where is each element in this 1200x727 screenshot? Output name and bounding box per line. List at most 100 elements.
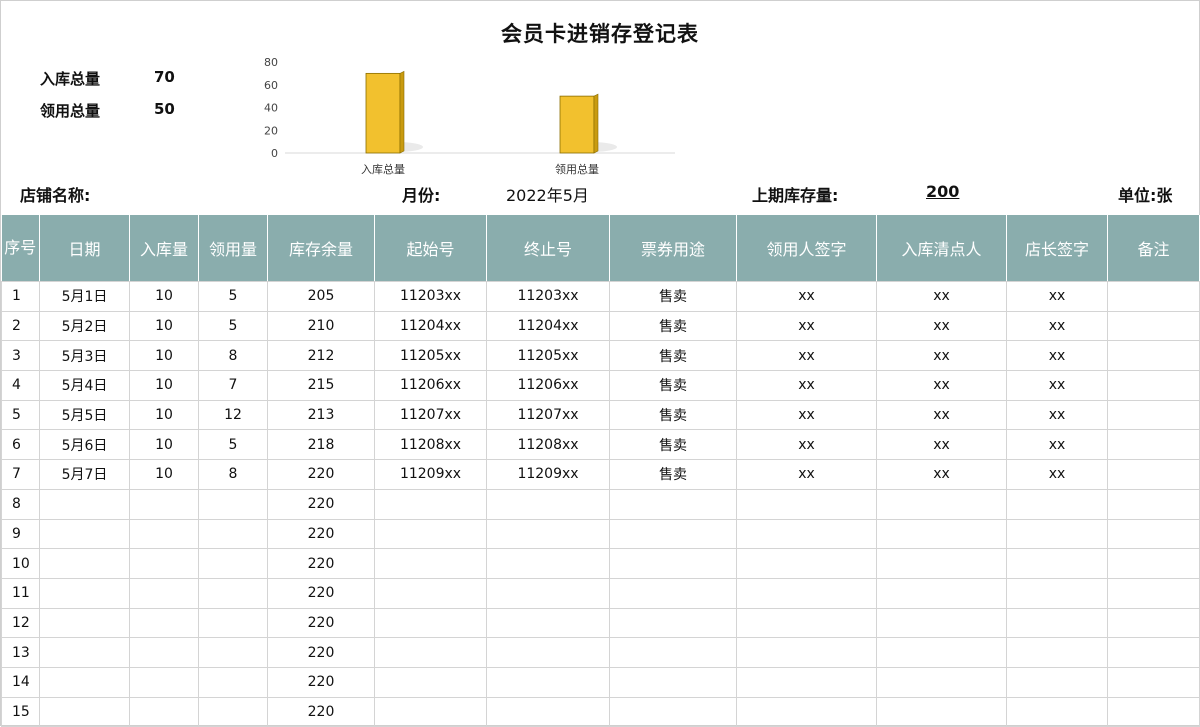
table-cell[interactable] [374, 607, 487, 639]
table-cell[interactable] [609, 607, 737, 639]
table-cell[interactable]: 5月3日 [39, 340, 130, 372]
table-cell[interactable]: 11207xx [374, 399, 487, 431]
table-cell[interactable]: 11205xx [486, 340, 610, 372]
table-cell[interactable] [1006, 488, 1108, 520]
table-cell[interactable]: xx [1006, 340, 1108, 372]
table-cell[interactable]: 3 [1, 340, 40, 372]
table-cell[interactable]: 10 [129, 429, 199, 461]
table-cell[interactable]: 12 [198, 399, 268, 431]
table-cell[interactable]: xx [1006, 370, 1108, 401]
table-cell[interactable] [39, 488, 130, 520]
table-cell[interactable] [374, 577, 487, 609]
table-cell[interactable] [198, 607, 268, 639]
table-cell[interactable]: xx [876, 340, 1007, 372]
table-cell[interactable]: xx [736, 429, 877, 461]
table-cell[interactable] [39, 696, 130, 727]
table-cell[interactable]: 220 [267, 548, 375, 579]
table-cell[interactable] [198, 637, 268, 668]
table-cell[interactable] [609, 666, 737, 698]
table-cell[interactable]: xx [876, 429, 1007, 461]
table-cell[interactable]: 8 [198, 340, 268, 372]
table-cell[interactable]: 215 [267, 370, 375, 401]
table-cell[interactable] [736, 548, 877, 579]
table-cell[interactable] [129, 696, 199, 727]
table-cell[interactable]: 4 [1, 370, 40, 401]
table-cell[interactable] [374, 518, 487, 550]
table-cell[interactable] [39, 666, 130, 698]
table-cell[interactable]: 5 [198, 310, 268, 342]
table-cell[interactable]: xx [876, 281, 1007, 312]
table-cell[interactable]: 售卖 [609, 459, 737, 490]
table-cell[interactable]: 10 [129, 281, 199, 312]
table-cell[interactable]: 5月2日 [39, 310, 130, 342]
table-cell[interactable] [374, 696, 487, 727]
table-cell[interactable] [1006, 577, 1108, 609]
table-cell[interactable]: 218 [267, 429, 375, 461]
table-cell[interactable] [876, 518, 1007, 550]
table-cell[interactable]: 5月1日 [39, 281, 130, 312]
table-cell[interactable]: xx [736, 399, 877, 431]
table-cell[interactable] [876, 577, 1007, 609]
table-cell[interactable] [198, 548, 268, 579]
table-cell[interactable] [198, 488, 268, 520]
table-cell[interactable] [1107, 577, 1200, 609]
table-cell[interactable]: 13 [1, 637, 40, 668]
table-cell[interactable]: 11208xx [486, 429, 610, 461]
table-cell[interactable]: 5月5日 [39, 399, 130, 431]
table-cell[interactable]: 6 [1, 429, 40, 461]
table-cell[interactable]: xx [736, 310, 877, 342]
table-cell[interactable] [876, 666, 1007, 698]
table-cell[interactable] [1107, 518, 1200, 550]
table-cell[interactable] [198, 577, 268, 609]
table-cell[interactable] [876, 607, 1007, 639]
table-cell[interactable]: 220 [267, 637, 375, 668]
table-cell[interactable] [39, 637, 130, 668]
table-cell[interactable]: 212 [267, 340, 375, 372]
table-cell[interactable]: 11206xx [374, 370, 487, 401]
table-cell[interactable]: 11206xx [486, 370, 610, 401]
table-cell[interactable]: 11 [1, 577, 40, 609]
table-cell[interactable] [1006, 607, 1108, 639]
table-cell[interactable] [198, 696, 268, 727]
table-cell[interactable]: 220 [267, 696, 375, 727]
table-cell[interactable]: 售卖 [609, 340, 737, 372]
table-cell[interactable] [1107, 399, 1200, 431]
table-cell[interactable]: 11207xx [486, 399, 610, 431]
table-cell[interactable] [129, 577, 199, 609]
table-cell[interactable]: xx [1006, 429, 1108, 461]
table-cell[interactable]: 售卖 [609, 429, 737, 461]
table-cell[interactable]: xx [876, 459, 1007, 490]
table-cell[interactable]: 10 [129, 459, 199, 490]
table-cell[interactable]: 14 [1, 666, 40, 698]
table-cell[interactable]: 2 [1, 310, 40, 342]
table-cell[interactable]: 11208xx [374, 429, 487, 461]
table-cell[interactable]: 10 [1, 548, 40, 579]
table-cell[interactable]: xx [736, 281, 877, 312]
table-cell[interactable] [876, 548, 1007, 579]
table-cell[interactable] [736, 637, 877, 668]
table-cell[interactable] [129, 518, 199, 550]
table-cell[interactable] [876, 696, 1007, 727]
table-cell[interactable]: 11204xx [486, 310, 610, 342]
table-cell[interactable]: 11209xx [374, 459, 487, 490]
table-cell[interactable]: xx [1006, 281, 1108, 312]
table-cell[interactable] [609, 518, 737, 550]
table-cell[interactable] [39, 548, 130, 579]
table-cell[interactable]: 220 [267, 488, 375, 520]
table-cell[interactable] [876, 637, 1007, 668]
table-cell[interactable]: 5 [1, 399, 40, 431]
table-cell[interactable]: 220 [267, 459, 375, 490]
table-cell[interactable] [129, 666, 199, 698]
table-cell[interactable]: xx [736, 340, 877, 372]
table-cell[interactable]: 7 [1, 459, 40, 490]
table-cell[interactable] [129, 548, 199, 579]
table-cell[interactable]: 11203xx [374, 281, 487, 312]
table-cell[interactable] [1107, 459, 1200, 490]
table-cell[interactable] [198, 518, 268, 550]
table-cell[interactable] [198, 666, 268, 698]
table-cell[interactable]: 10 [129, 340, 199, 372]
table-cell[interactable] [736, 577, 877, 609]
table-cell[interactable] [1107, 666, 1200, 698]
table-cell[interactable]: 11204xx [374, 310, 487, 342]
table-cell[interactable] [486, 548, 610, 579]
